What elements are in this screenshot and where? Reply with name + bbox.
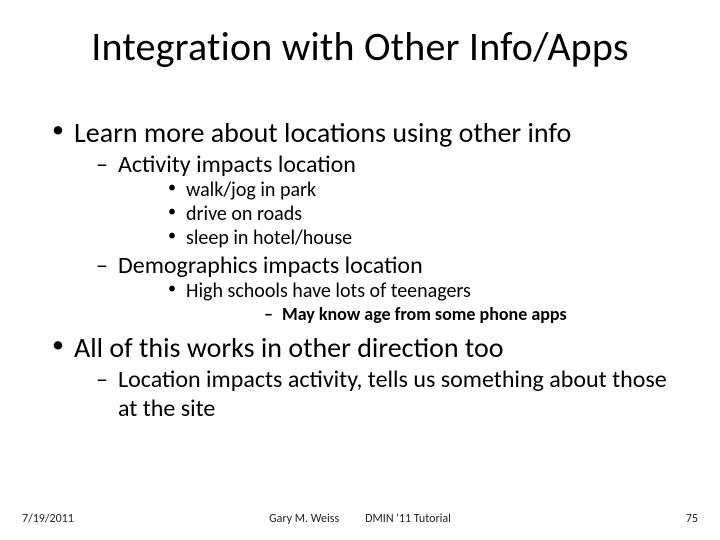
bullet-text: Demographics impacts location xyxy=(118,251,423,280)
bullet-text: High schools have lots of teenagers xyxy=(186,279,471,303)
bullet-text: Activity impacts location xyxy=(118,150,356,179)
bullet-l3: walk/jog in park xyxy=(118,179,682,203)
slide: Integration with Other Info/Apps Learn m… xyxy=(0,0,720,540)
bullet-text: drive on roads xyxy=(186,202,302,226)
footer-venue: DMIN '11 Tutorial xyxy=(365,512,451,526)
bullet-l3: High schools have lots of teenagers May … xyxy=(118,280,682,325)
footer-page-number: 75 xyxy=(686,512,698,526)
bullet-l2: Activity impacts location walk/jog in pa… xyxy=(74,151,682,250)
bullet-text: sleep in hotel/house xyxy=(186,226,352,250)
bullet-list-level3: walk/jog in park drive on roads sleep in… xyxy=(118,179,682,250)
bullet-l3: drive on roads xyxy=(118,203,682,227)
bullet-list-level3: High schools have lots of teenagers May … xyxy=(118,280,682,325)
bullet-list-level1: Learn more about locations using other i… xyxy=(50,116,682,423)
bullet-text: walk/jog in park xyxy=(186,178,316,202)
bullet-text: Learn more about locations using other i… xyxy=(74,115,571,150)
bullet-list-level2: Activity impacts location walk/jog in pa… xyxy=(74,151,682,325)
bullet-l1: All of this works in other direction too… xyxy=(50,331,682,423)
bullet-text: All of this works in other direction too xyxy=(74,330,504,365)
bullet-text: Location impacts activity, tells us some… xyxy=(118,365,667,422)
slide-footer: 7/19/2011 Gary M. WeissDMIN '11 Tutorial… xyxy=(0,506,720,526)
bullet-text: May know age from some phone apps xyxy=(282,303,567,325)
bullet-list-level4: May know age from some phone apps xyxy=(186,304,682,325)
bullet-l2: Location impacts activity, tells us some… xyxy=(74,366,682,423)
bullet-l3: sleep in hotel/house xyxy=(118,227,682,251)
slide-title: Integration with Other Info/Apps xyxy=(0,22,720,71)
bullet-l1: Learn more about locations using other i… xyxy=(50,116,682,325)
bullet-l4: May know age from some phone apps xyxy=(186,304,682,325)
footer-center: Gary M. Weiss DMIN '11 Tutorial xyxy=(0,512,720,526)
slide-body: Learn more about locations using other i… xyxy=(50,116,682,423)
bullet-l2: Demographics impacts location High schoo… xyxy=(74,252,682,325)
footer-author: Gary M. Weiss xyxy=(269,512,339,526)
bullet-list-level2: Location impacts activity, tells us some… xyxy=(74,366,682,423)
